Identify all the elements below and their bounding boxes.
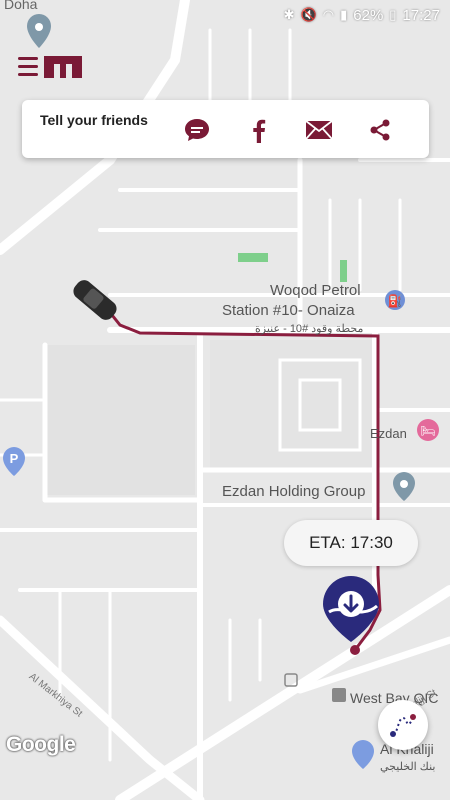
clock: 17:27 [402, 6, 440, 24]
destination-pin-icon [323, 576, 379, 642]
eta-bubble: ETA: 17:30 [284, 520, 418, 566]
battery-icon: ▯ [389, 7, 397, 22]
google-attribution: Google [6, 733, 76, 756]
poi-label-woqod: Woqod Petrol [270, 282, 361, 299]
share-card: Tell your friends [22, 100, 429, 158]
svg-text:P: P [10, 451, 19, 466]
svg-text:⛽: ⛽ [388, 294, 403, 308]
share-card-title: Tell your friends [40, 112, 148, 128]
poi-label-ezdan-holding: Ezdan Holding Group [222, 483, 366, 500]
poi-label-woqod-arabic: محطة وقود #10 - عنيزة [255, 323, 364, 335]
battery-percentage: 62% [353, 6, 384, 24]
signal-icon: ▮ [340, 7, 348, 22]
status-bar: ✱ 🔇 ◠ ▮ 62% ▯ 17:27 [0, 0, 450, 30]
hotel-poi-icon: 🛏 [417, 419, 439, 441]
facebook-icon[interactable] [244, 115, 274, 145]
menu-button[interactable] [18, 50, 90, 82]
share-icon[interactable] [365, 115, 395, 145]
poi-label-ezdan: Ezdan [370, 426, 407, 441]
poi-label-woqod-line2: Station #10- Onaiza [222, 302, 355, 319]
app-logo-icon [44, 56, 82, 78]
svg-text:🛏: 🛏 [420, 424, 435, 438]
route-icon [390, 714, 416, 737]
bluetooth-icon: ✱ [283, 7, 295, 22]
route-button[interactable] [378, 700, 428, 750]
wifi-icon: ◠ [322, 7, 335, 22]
hamburger-icon [18, 56, 38, 76]
poi-label-al-khaliji-arabic: بنك الخليجي [380, 761, 436, 773]
mute-icon: 🔇 [300, 7, 317, 22]
chat-icon[interactable] [182, 115, 212, 145]
mail-icon[interactable] [304, 115, 334, 145]
fuel-poi-icon: ⛽ [385, 290, 405, 310]
